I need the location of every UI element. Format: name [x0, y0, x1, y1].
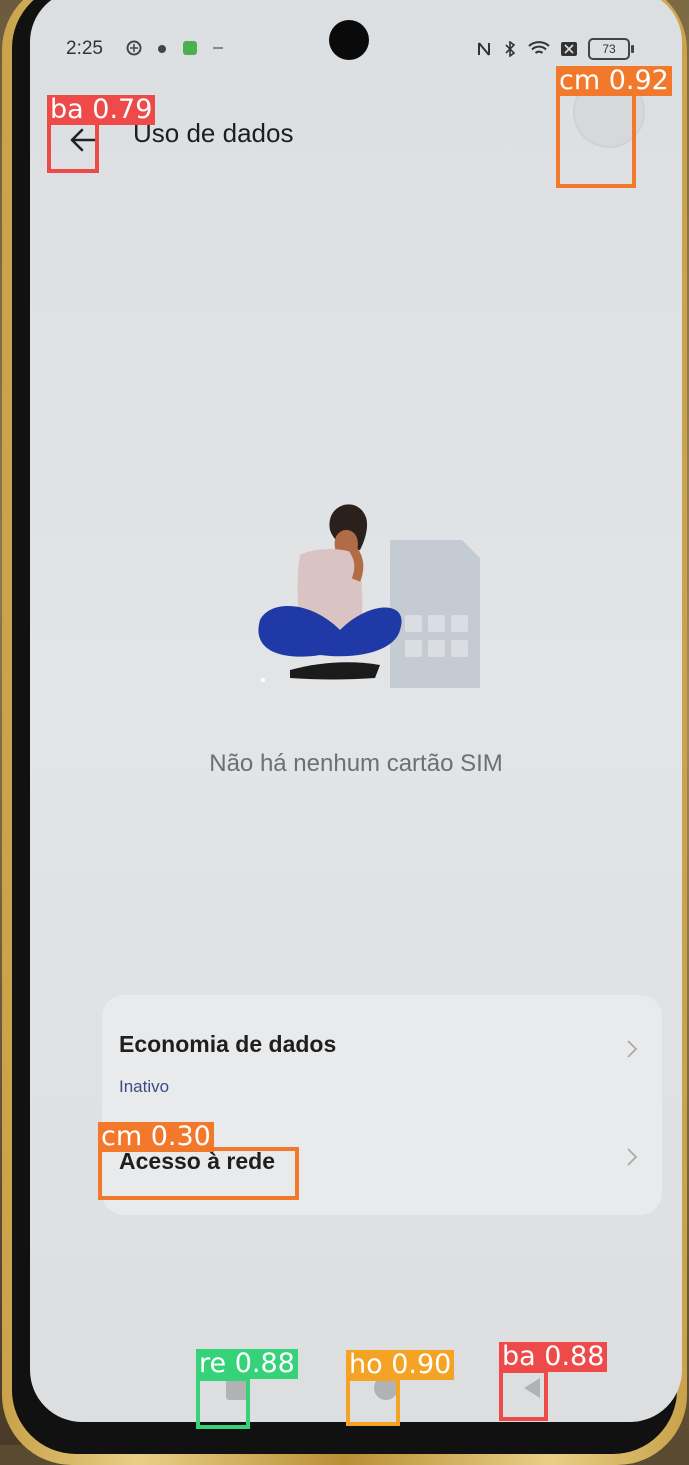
detection-label-back: ba 0.79: [47, 95, 156, 125]
no-sim-illustration: [258, 504, 480, 688]
more-notifications-icon: [213, 47, 223, 49]
detection-label-system-back: ba 0.88: [499, 1342, 608, 1372]
bluetooth-icon: [505, 41, 516, 57]
detection-box-system-back: [499, 1369, 548, 1421]
phone-bezel: 2:25 73 Uso de dados Não há nenhum cartã…: [12, 0, 682, 1454]
chevron-right-icon: [627, 1148, 638, 1166]
page-title: Uso de dados: [133, 118, 294, 148]
detection-label-network-access: cm 0.30: [98, 1122, 214, 1152]
detection-label-home: ho 0.90: [346, 1350, 455, 1380]
vpn-icon: [126, 40, 142, 56]
wifi-icon: [528, 41, 550, 54]
chevron-right-icon: [627, 1040, 638, 1058]
sim-app-icon: [183, 41, 197, 55]
phone-screen: 2:25 73 Uso de dados Não há nenhum cartã…: [30, 0, 682, 1422]
detection-box-menu: [556, 92, 636, 188]
detection-box-home: [346, 1377, 400, 1426]
no-sim-message: Não há nenhum cartão SIM: [209, 750, 503, 777]
status-time: 2:25: [66, 38, 103, 59]
status-system-icons: 73: [476, 38, 634, 60]
detection-label-menu: cm 0.92: [556, 66, 672, 96]
data-saver-row[interactable]: Economia de dados Inativo: [102, 995, 662, 1110]
notification-app-icon: [158, 45, 166, 53]
status-notification-icons: [126, 40, 226, 56]
battery-indicator: 73: [588, 38, 634, 60]
detection-box-back: [47, 120, 99, 173]
detection-label-recent: re 0.88: [196, 1349, 298, 1379]
no-sim-icon: [561, 42, 577, 56]
front-camera: [329, 20, 369, 60]
detection-box-network-access: [98, 1147, 299, 1200]
phone-frame: 2:25 73 Uso de dados Não há nenhum cartã…: [2, 0, 687, 1465]
data-saver-status: Inativo: [119, 1077, 170, 1096]
detection-box-recent: [196, 1377, 250, 1429]
nfc-icon: [478, 42, 490, 56]
data-saver-title: Economia de dados: [119, 1031, 337, 1057]
